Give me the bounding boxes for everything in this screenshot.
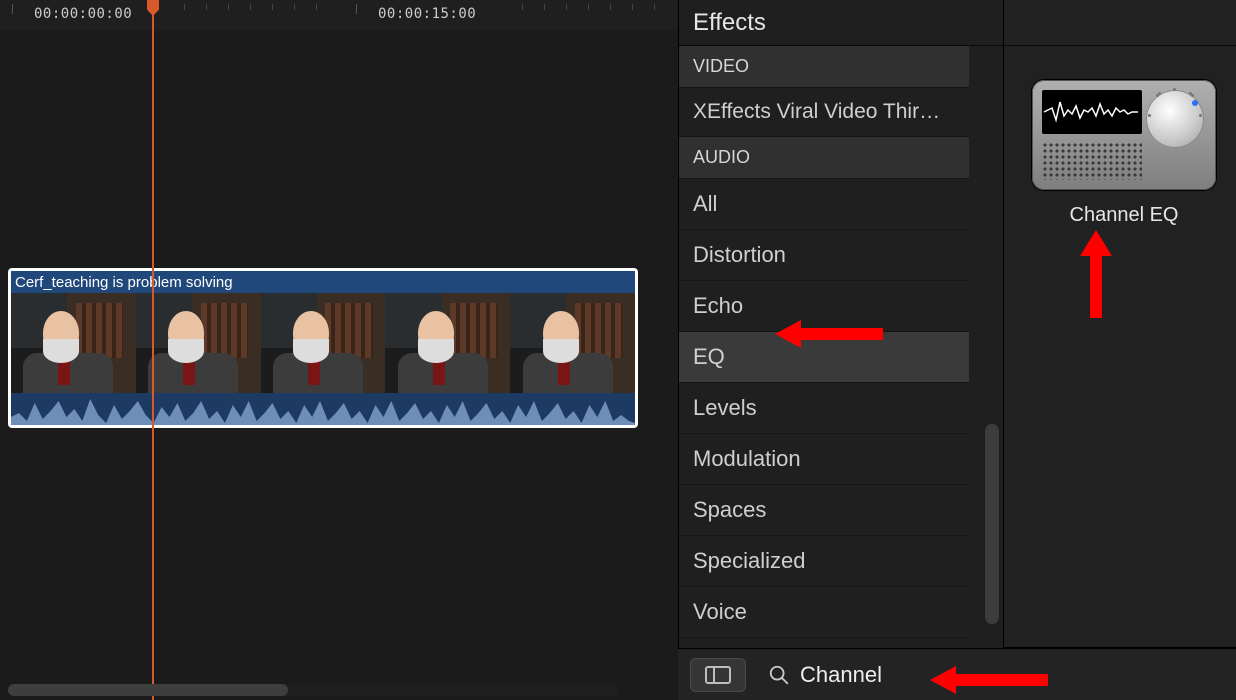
video-category-item[interactable]: XEffects Viral Video Thir…: [679, 88, 969, 137]
effects-category-list[interactable]: VIDEO XEffects Viral Video Thir… AUDIO A…: [679, 46, 1003, 700]
audio-category-all[interactable]: All: [679, 179, 969, 230]
effects-list-scrollbar[interactable]: [985, 424, 999, 624]
clip-thumb: [261, 293, 386, 393]
search-icon: [768, 664, 790, 686]
effects-bottom-bar: [678, 648, 1236, 700]
clip-title-bar: Cerf_teaching is problem solving: [11, 271, 635, 293]
effects-panel-title: Effects: [679, 0, 1003, 46]
timeline-clip[interactable]: Cerf_teaching is problem solving: [8, 268, 638, 428]
audio-category-echo[interactable]: Echo: [679, 281, 969, 332]
video-category-header: VIDEO: [679, 46, 969, 88]
timeline-panel: 00:00:00:00 00:00:15:00 Cerf_teaching is…: [0, 0, 678, 700]
audio-category-levels[interactable]: Levels: [679, 383, 969, 434]
dial-icon: [1146, 90, 1204, 148]
audio-category-eq[interactable]: EQ: [679, 332, 969, 383]
scrollbar-thumb[interactable]: [8, 684, 288, 696]
clip-thumb: [510, 293, 635, 393]
preview-panel-header: [1004, 0, 1236, 46]
timeline-ruler[interactable]: 00:00:00:00 00:00:15:00: [0, 0, 678, 30]
clip-thumb: [11, 293, 136, 393]
audio-category-spaces[interactable]: Spaces: [679, 485, 969, 536]
timecode-label-1: 00:00:15:00: [378, 6, 476, 22]
clip-thumbnails: [11, 293, 635, 393]
clip-thumb: [136, 293, 261, 393]
layout-toggle-button[interactable]: [690, 658, 746, 692]
clip-title: Cerf_teaching is problem solving: [15, 274, 233, 291]
effect-name-label: Channel EQ: [1032, 204, 1216, 227]
playhead[interactable]: [152, 0, 154, 700]
effects-browser-panel: Effects VIDEO XEffects Viral Video Thir……: [678, 0, 1004, 700]
audio-category-specialized[interactable]: Specialized: [679, 536, 969, 587]
layout-icon: [705, 666, 731, 684]
timeline-scrollbar[interactable]: [8, 684, 618, 696]
audio-category-header: AUDIO: [679, 137, 969, 179]
speaker-grille-icon: [1042, 142, 1142, 180]
clip-thumb: [385, 293, 510, 393]
scrollbar-thumb[interactable]: [985, 424, 999, 624]
audio-category-modulation[interactable]: Modulation: [679, 434, 969, 485]
audio-category-voice[interactable]: Voice: [679, 587, 969, 638]
effects-search-input[interactable]: [800, 662, 1218, 688]
effect-preview-panel: Channel EQ: [1004, 0, 1236, 648]
clip-audio-waveform: [11, 393, 635, 428]
effects-search[interactable]: [762, 658, 1224, 692]
timecode-label-0: 00:00:00:00: [34, 6, 132, 22]
audio-category-distortion[interactable]: Distortion: [679, 230, 969, 281]
effect-thumbnail[interactable]: [1032, 80, 1216, 190]
